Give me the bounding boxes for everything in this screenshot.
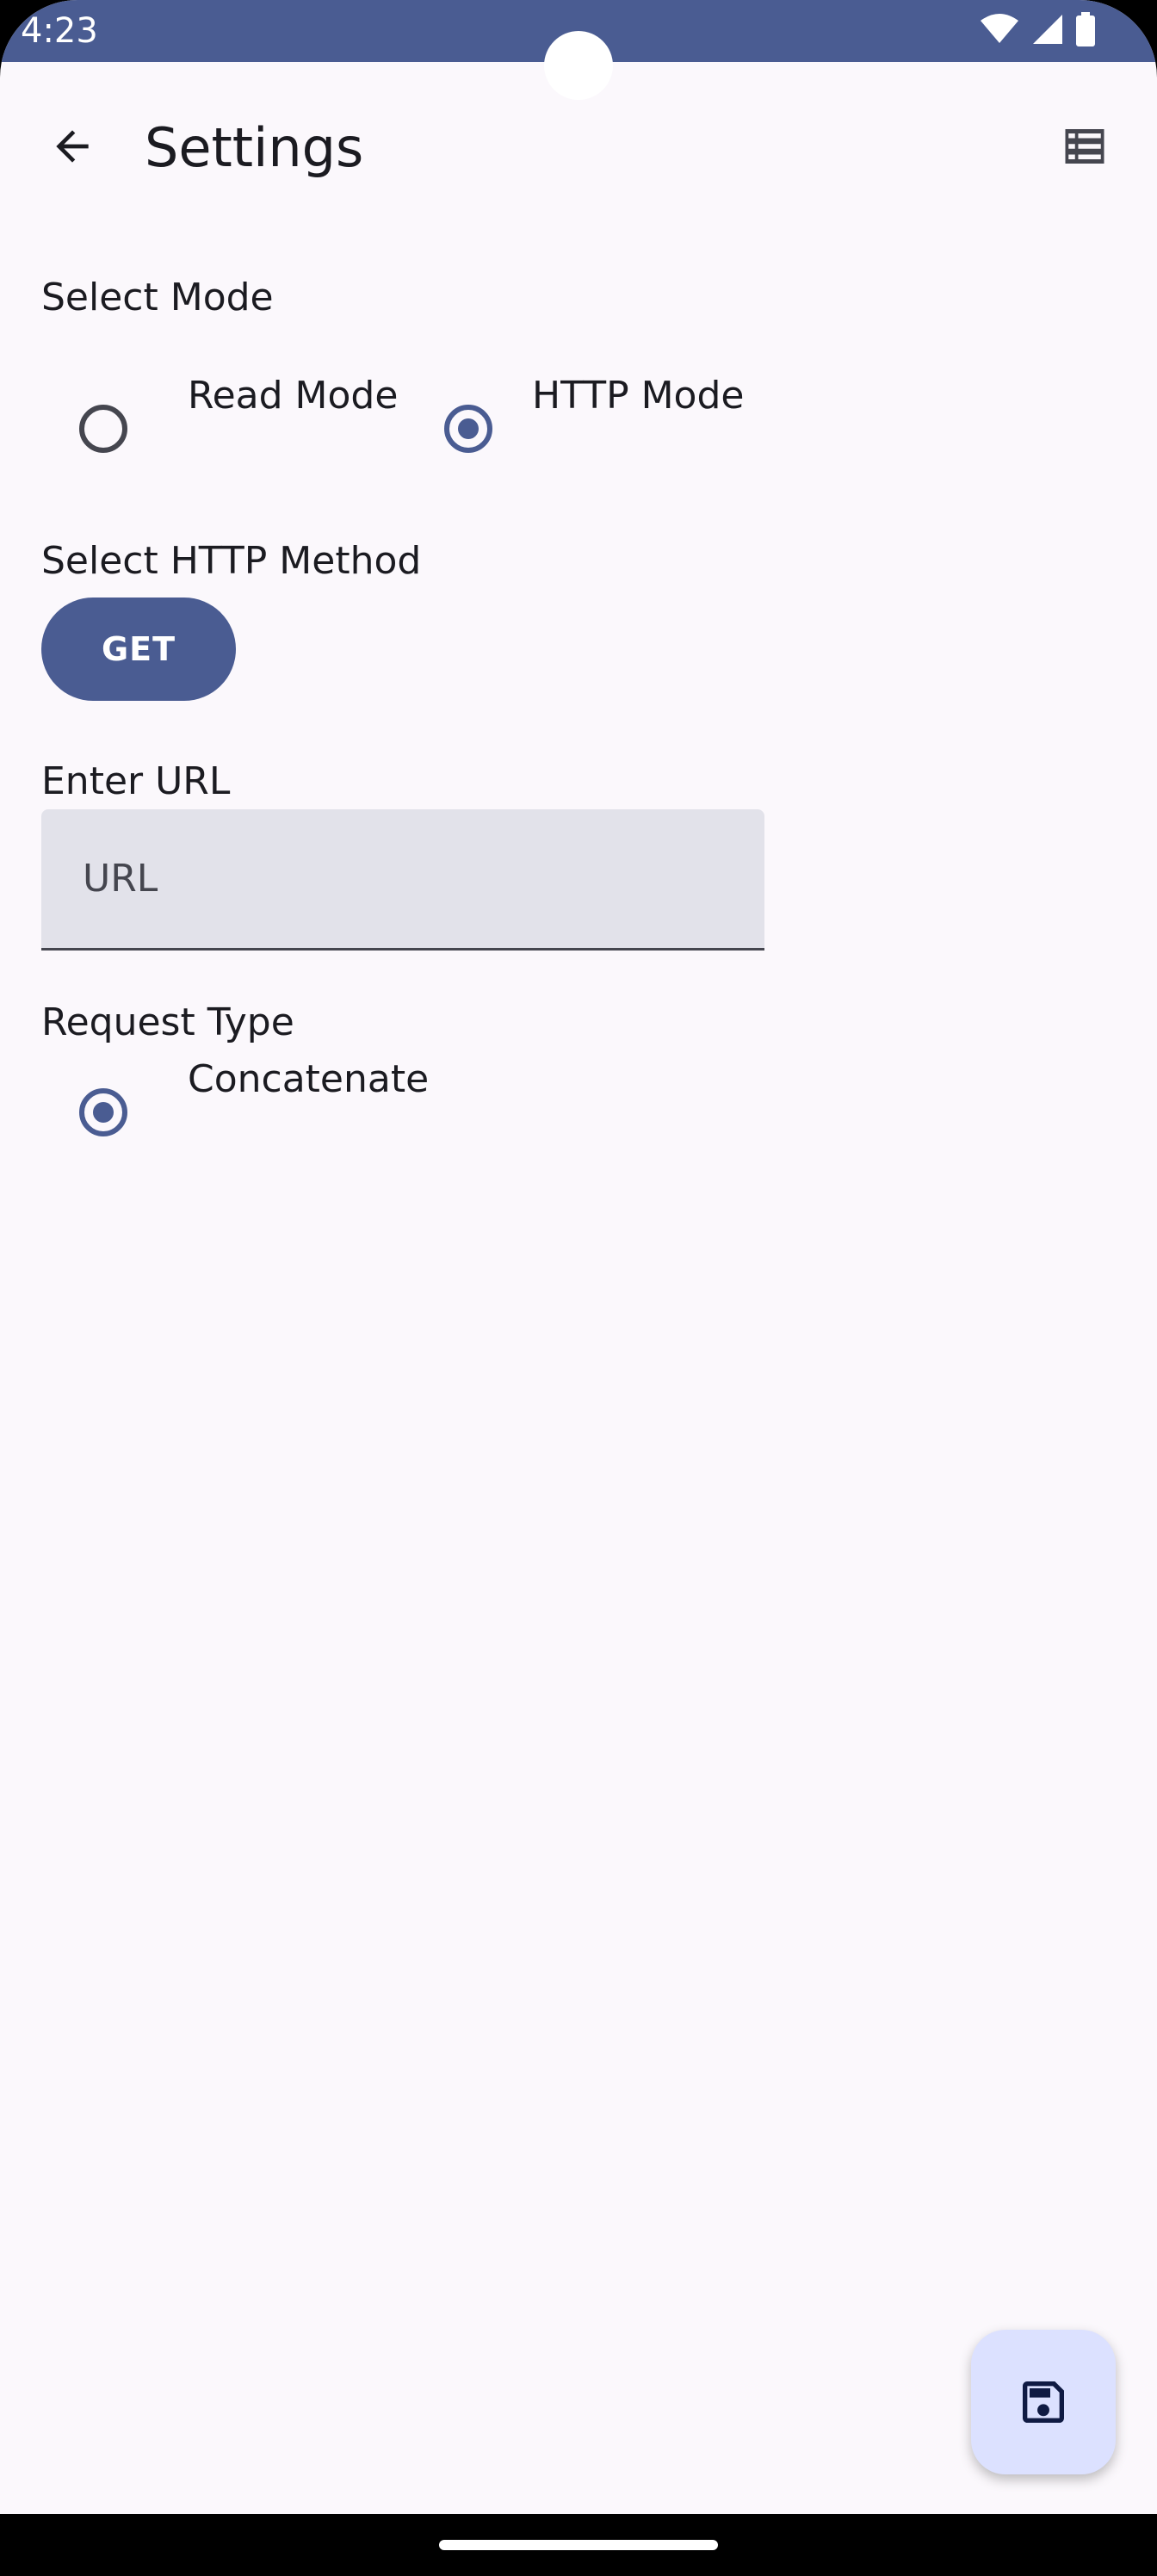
list-icon (1065, 129, 1104, 164)
enter-url-label: Enter URL (41, 759, 231, 803)
wifi-icon (981, 14, 1018, 43)
http-method-button[interactable]: GET (41, 598, 236, 701)
concatenate-radio[interactable] (79, 1088, 127, 1136)
status-time: 4:23 (21, 11, 98, 51)
http-mode-label[interactable]: HTTP Mode (532, 374, 744, 418)
concatenate-label[interactable]: Concatenate (188, 1057, 429, 1102)
url-field[interactable] (41, 809, 764, 951)
camera-cutout (544, 31, 613, 100)
arrow-back-icon (56, 130, 89, 163)
save-icon (1023, 2381, 1064, 2423)
select-mode-label: Select Mode (41, 276, 274, 319)
status-icons (980, 12, 1095, 46)
read-mode-radio[interactable] (79, 405, 127, 453)
back-button[interactable] (34, 108, 110, 184)
read-mode-label[interactable]: Read Mode (188, 374, 398, 418)
page-title: Settings (145, 116, 364, 179)
request-type-label: Request Type (41, 1000, 294, 1044)
settings-screen: 4:23 Settings Select Mode Read Mode HTTP… (0, 0, 1157, 2576)
http-mode-radio[interactable] (444, 405, 492, 453)
home-gesture-handle[interactable] (439, 2540, 718, 2550)
save-button[interactable] (971, 2330, 1116, 2474)
battery-icon (1076, 12, 1095, 46)
signal-icon (1033, 15, 1062, 44)
list-button[interactable] (1050, 112, 1119, 181)
url-input[interactable] (41, 809, 764, 948)
select-http-method-label: Select HTTP Method (41, 539, 422, 583)
status-bar: 4:23 (0, 0, 1157, 100)
